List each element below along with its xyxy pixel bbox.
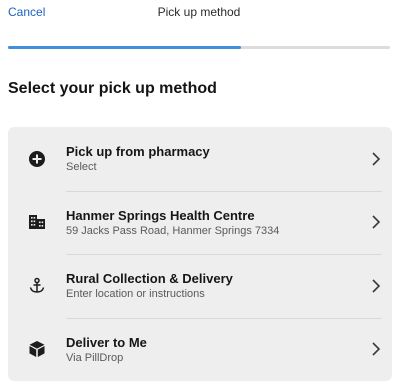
option-subtitle: 59 Jacks Pass Road, Hanmer Springs 7334: [66, 224, 280, 237]
screen-title: Pick up method: [157, 5, 241, 19]
option-hanmer-springs-health-centre[interactable]: Hanmer Springs Health Centre 59 Jacks Pa…: [8, 190, 392, 255]
page-heading: Select your pick up method: [8, 80, 217, 97]
option-subtitle: Via PillDrop: [66, 351, 124, 364]
option-deliver-to-me[interactable]: Deliver to Me Via PillDrop: [8, 317, 392, 382]
option-pick-up-from-pharmacy[interactable]: Pick up from pharmacy Select: [8, 127, 392, 191]
option-title: Hanmer Springs Health Centre: [66, 207, 255, 223]
chevron-right-icon: [360, 215, 392, 229]
option-title: Deliver to Me: [66, 334, 147, 350]
option-rural-collection-delivery[interactable]: Rural Collection & Delivery Enter locati…: [8, 254, 392, 318]
plus-circle-icon: [8, 150, 66, 168]
anchor-icon: [8, 277, 66, 295]
option-subtitle: Enter location or instructions: [66, 288, 205, 301]
building-icon: [8, 214, 66, 230]
package-icon: [8, 340, 66, 358]
option-title: Rural Collection & Delivery: [66, 271, 233, 287]
chevron-right-icon: [360, 152, 392, 166]
chevron-right-icon: [360, 342, 392, 356]
top-bar: Cancel Pick up method: [0, 0, 398, 30]
option-title: Pick up from pharmacy: [66, 144, 210, 160]
pickup-options-list: Pick up from pharmacy Select Hanmer Spri…: [8, 127, 392, 381]
chevron-right-icon: [360, 279, 392, 293]
progress-fill: [8, 46, 242, 49]
option-subtitle: Select: [66, 161, 97, 174]
progress-bar: [8, 46, 390, 49]
